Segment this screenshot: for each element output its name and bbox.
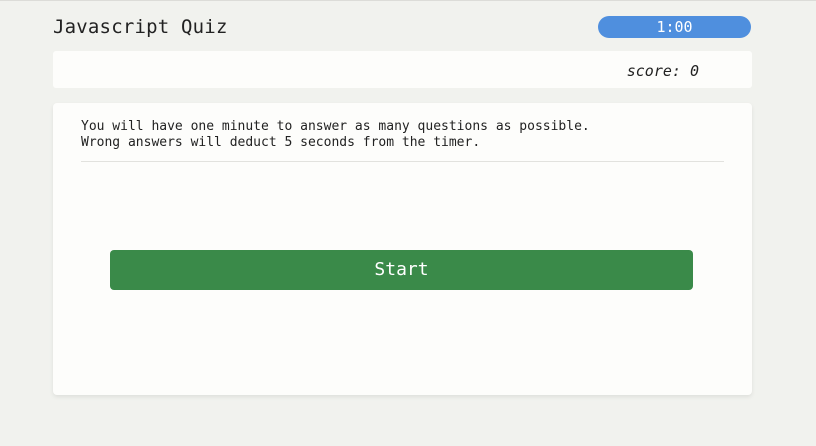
top-border (0, 0, 816, 1)
instructions: You will have one minute to answer as ma… (81, 119, 724, 151)
instruction-line: Wrong answers will deduct 5 seconds from… (81, 135, 481, 150)
score-bar: score: 0 (53, 51, 752, 88)
divider (81, 161, 724, 162)
score-display: score: 0 (626, 62, 699, 80)
start-button[interactable]: Start (110, 250, 693, 290)
quiz-card: You will have one minute to answer as ma… (53, 103, 752, 395)
timer-badge: 1:00 (598, 16, 751, 38)
instruction-line: You will have one minute to answer as ma… (81, 119, 590, 134)
quiz-header: Javascript Quiz 1:00 (53, 14, 751, 40)
page-title: Javascript Quiz (53, 16, 228, 38)
